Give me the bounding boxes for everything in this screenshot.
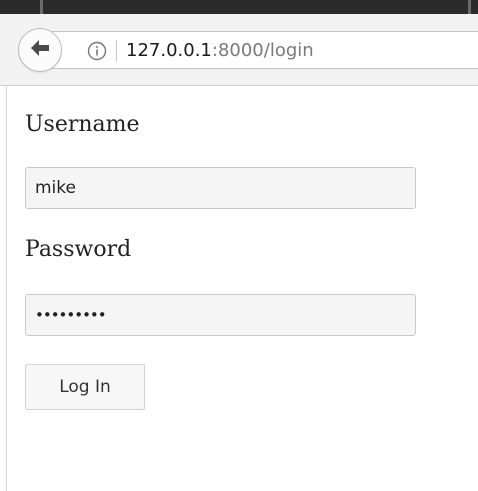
password-input[interactable]: ••••••••• (25, 294, 416, 336)
url-path: :8000/login (211, 40, 314, 61)
address-bar[interactable]: 127.0.0.1:8000/login (52, 31, 478, 69)
login-button[interactable]: Log In (25, 364, 145, 410)
top-bar-divider (40, 0, 43, 14)
content-left-border (6, 86, 7, 491)
url-separator (116, 40, 117, 62)
password-value: ••••••••• (35, 306, 107, 324)
top-bar-divider (468, 0, 471, 14)
back-arrow-icon (28, 36, 52, 64)
info-icon[interactable] (87, 41, 107, 61)
window-top-bar (0, 0, 478, 14)
back-button[interactable] (18, 28, 62, 72)
password-label: Password (25, 237, 132, 262)
username-input[interactable]: mike (25, 167, 416, 209)
url-text[interactable]: 127.0.0.1:8000/login (126, 38, 314, 64)
username-label: Username (25, 112, 140, 137)
browser-toolbar: 127.0.0.1:8000/login (0, 14, 478, 86)
url-host: 127.0.0.1 (126, 40, 212, 61)
